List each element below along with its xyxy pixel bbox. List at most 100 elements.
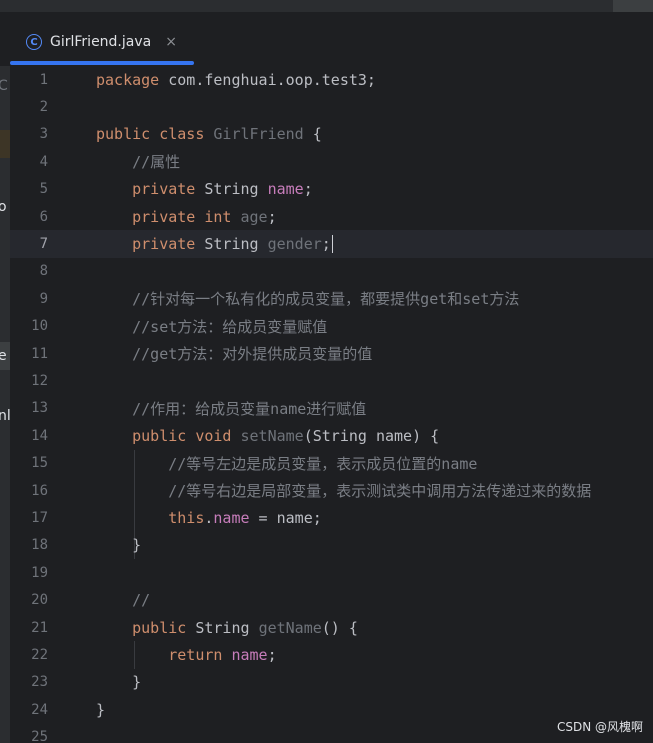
code-text: //set方法：给成员变量赋值 (96, 316, 327, 337)
code-text: public String getName() { (96, 619, 358, 637)
code-text: private String gender; (96, 234, 334, 254)
code-line[interactable]: 15 //等号左边是成员变量，表示成员位置的name (10, 450, 653, 477)
code-token: //属性 (96, 153, 181, 172)
line-number: 4 (39, 153, 48, 170)
code-line[interactable]: 11 //get方法：对外提供成员变量的值 (10, 340, 653, 367)
line-number: 20 (31, 592, 48, 609)
code-line[interactable]: 13 //作用：给成员变量name进行赋值 (10, 395, 653, 422)
code-line[interactable]: 21 public String getName() { (10, 614, 653, 641)
code-token: ; (321, 234, 331, 253)
code-line[interactable]: 5 private String name; (10, 176, 653, 203)
window-top-strip (0, 0, 653, 12)
code-token: public (96, 618, 196, 637)
line-number: 8 (39, 263, 48, 280)
code-line[interactable]: 14 public void setName(String name) { (10, 422, 653, 449)
code-text: //等号左边是成员变量，表示成员位置的name (96, 453, 477, 474)
code-token: return (96, 646, 232, 665)
code-text: private int age; (96, 208, 277, 226)
code-token: public class (96, 125, 214, 144)
code-line[interactable]: 7 private String gender; (10, 230, 653, 257)
project-panel-fragment: e (0, 348, 7, 364)
close-icon[interactable]: × (165, 34, 177, 50)
code-token: ; (303, 180, 313, 199)
code-line[interactable]: 23 } (10, 669, 653, 696)
code-line[interactable]: 8 (10, 258, 653, 285)
code-token: } (96, 673, 142, 692)
code-token: this (96, 509, 205, 528)
window-top-strip-corner (613, 0, 653, 12)
code-token: //作用：给成员变量name进行赋值 (96, 399, 367, 418)
code-line[interactable]: 6 private int age; (10, 203, 653, 230)
code-line[interactable]: 18 } (10, 532, 653, 559)
code-token: ; (267, 646, 277, 665)
line-number: 16 (31, 482, 48, 499)
code-text: } (96, 701, 105, 719)
line-number: 11 (31, 345, 48, 362)
code-token: getName (258, 618, 322, 637)
code-line[interactable]: 10 //set方法：给成员变量赋值 (10, 313, 653, 340)
code-token: package (96, 70, 169, 89)
text-cursor (331, 235, 334, 254)
line-number: 2 (39, 99, 48, 116)
code-text: //针对每一个私有化的成员变量，都要提供get和set方法 (96, 288, 519, 309)
code-token: private (96, 180, 205, 199)
code-token: String (204, 234, 268, 253)
code-token: GirlFriend (213, 125, 304, 144)
code-editor[interactable]: 1 package com.fenghuai.oop.test3; 2 3 public… (10, 66, 653, 743)
code-token: private int (96, 207, 241, 226)
line-number: 1 (39, 71, 48, 88)
code-text: this.name = name; (96, 509, 322, 527)
code-line[interactable]: 20 // (10, 587, 653, 614)
line-number: 21 (31, 619, 48, 636)
code-line[interactable]: 3 public class GirlFriend { (10, 121, 653, 148)
code-text: private String name; (96, 180, 313, 198)
code-token: // (96, 591, 151, 610)
project-panel-fragment: o (0, 199, 7, 215)
tab-girlfriend-java[interactable]: C GirlFriend.java × (10, 22, 194, 65)
line-number: 13 (31, 400, 48, 417)
code-line[interactable]: 9 //针对每一个私有化的成员变量，都要提供get和set方法 (10, 285, 653, 312)
active-tab-indicator (10, 61, 194, 65)
code-token: () { (321, 618, 358, 637)
line-number: 24 (31, 701, 48, 718)
code-token: String (195, 618, 259, 637)
code-line[interactable]: 1 package com.fenghuai.oop.test3; (10, 66, 653, 93)
code-text: public void setName(String name) { (96, 427, 439, 445)
project-panel-edge: C o e nl (0, 66, 10, 743)
code-line[interactable]: 4 //属性 (10, 148, 653, 175)
code-token: } (96, 700, 106, 719)
editor-tab-bar: C GirlFriend.java × (10, 12, 653, 67)
code-text: //属性 (96, 151, 180, 172)
project-panel-fragment: nl (0, 408, 10, 424)
line-number: 17 (31, 510, 48, 527)
code-line[interactable]: 19 (10, 559, 653, 586)
code-token: (String name) { (303, 426, 440, 445)
line-number: 6 (39, 208, 48, 225)
line-number: 9 (39, 290, 48, 307)
code-text: package com.fenghuai.oop.test3; (96, 71, 376, 89)
line-number: 14 (31, 427, 48, 444)
code-token: name (213, 509, 250, 528)
code-line[interactable]: 22 return name; (10, 641, 653, 668)
code-text: } (96, 673, 141, 691)
line-number: 7 (39, 236, 48, 253)
code-token: public void (96, 426, 241, 445)
code-token: String (204, 180, 268, 199)
code-token: } (96, 536, 142, 555)
code-text: //等号右边是局部变量，表示测试类中调用方法传递过来的数据 (96, 480, 591, 501)
code-line[interactable]: 16 //等号右边是局部变量，表示测试类中调用方法传递过来的数据 (10, 477, 653, 504)
line-number: 3 (39, 126, 48, 143)
code-line[interactable]: 2 (10, 93, 653, 120)
project-panel-fragment: C (0, 78, 8, 94)
code-line[interactable]: 17 this.name = name; (10, 504, 653, 531)
code-token: name (231, 646, 268, 665)
watermark: CSDN @风槐啊 (556, 720, 643, 734)
line-number: 25 (31, 729, 48, 743)
code-text: } (96, 536, 141, 554)
code-token: //get方法：对外提供成员变量的值 (96, 345, 373, 364)
code-token: setName (240, 426, 304, 445)
code-line[interactable]: 12 (10, 367, 653, 394)
line-number: 5 (39, 181, 48, 198)
code-token: //等号右边是局部变量，表示测试类中调用方法传递过来的数据 (96, 482, 592, 501)
code-text: public class GirlFriend { (96, 125, 322, 143)
